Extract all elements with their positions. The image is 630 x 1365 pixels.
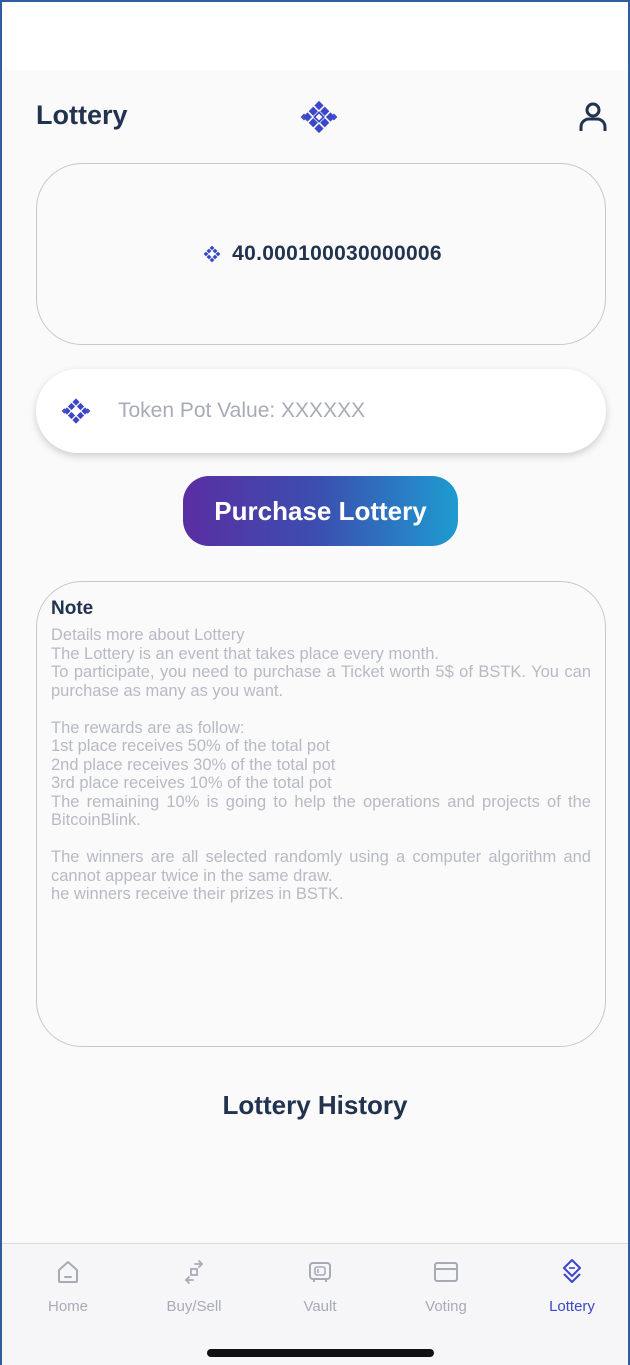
note-card: Note Details more about Lottery The Lott… xyxy=(36,581,606,1047)
note-line: 3rd place receives 10% of the total pot xyxy=(51,774,332,792)
status-bar xyxy=(0,0,630,70)
nav-item-lottery[interactable]: Lottery xyxy=(522,1258,622,1328)
note-line: To participate, you need to purchase a T… xyxy=(51,663,591,700)
purchase-lottery-button[interactable]: Purchase Lottery xyxy=(183,476,458,546)
home-icon xyxy=(58,1261,78,1283)
nav-label-voting: Voting xyxy=(425,1298,467,1315)
profile-icon[interactable] xyxy=(576,100,610,134)
note-line: The Lottery is an event that takes place… xyxy=(51,644,439,663)
nav-label-vault: Vault xyxy=(303,1298,337,1315)
token-icon xyxy=(203,245,221,263)
note-line: 1st place receives 50% of the total pot xyxy=(51,737,330,755)
token-pot-placeholder: Token Pot Value: XXXXXX xyxy=(118,399,366,422)
lottery-icon xyxy=(563,1259,581,1283)
page-title: Lottery xyxy=(36,100,128,130)
brand-logo-icon xyxy=(300,100,338,134)
nav-label-home: Home xyxy=(47,1298,88,1315)
balance-value: 40.000100030000006 xyxy=(232,242,442,265)
home-indicator[interactable] xyxy=(207,1349,434,1357)
bottom-nav: Home Buy/Sell Vault Voting Lottery xyxy=(0,1243,630,1365)
nav-item-voting[interactable]: Voting xyxy=(396,1258,496,1328)
note-line: The rewards are as follow: xyxy=(51,718,245,737)
nav-label-lottery: Lottery xyxy=(549,1298,595,1315)
voting-icon xyxy=(434,1262,458,1282)
note-line: The remaining 10% is going to help the o… xyxy=(51,792,591,830)
lottery-history-title: Lottery History xyxy=(222,1090,408,1120)
token-icon xyxy=(61,398,91,424)
note-line: 2nd place receives 30% of the total pot xyxy=(51,755,336,774)
note-paragraph: The winners are all selected randomly us… xyxy=(51,848,591,904)
nav-item-vault[interactable]: Vault xyxy=(270,1258,370,1328)
note-line: he winners receive their prizes in BSTK. xyxy=(51,885,344,903)
nav-label-buy-sell: Buy/Sell xyxy=(166,1298,222,1315)
swap-icon xyxy=(184,1260,204,1284)
note-paragraph: The rewards are as follow: 1st place rec… xyxy=(51,719,591,830)
note-title: Note xyxy=(51,598,94,619)
token-pot-field[interactable]: Token Pot Value: XXXXXX xyxy=(36,369,606,453)
vault-icon xyxy=(309,1262,331,1282)
note-paragraph: Details more about Lottery The Lottery i… xyxy=(51,626,591,700)
balance-card: 40.000100030000006 xyxy=(36,163,606,345)
nav-item-buy-sell[interactable]: Buy/Sell xyxy=(144,1258,244,1328)
note-line: The winners are all selected randomly us… xyxy=(51,848,591,885)
nav-item-home[interactable]: Home xyxy=(18,1258,118,1328)
header: Lottery xyxy=(0,80,630,156)
note-line: Details more about Lottery xyxy=(51,626,245,644)
